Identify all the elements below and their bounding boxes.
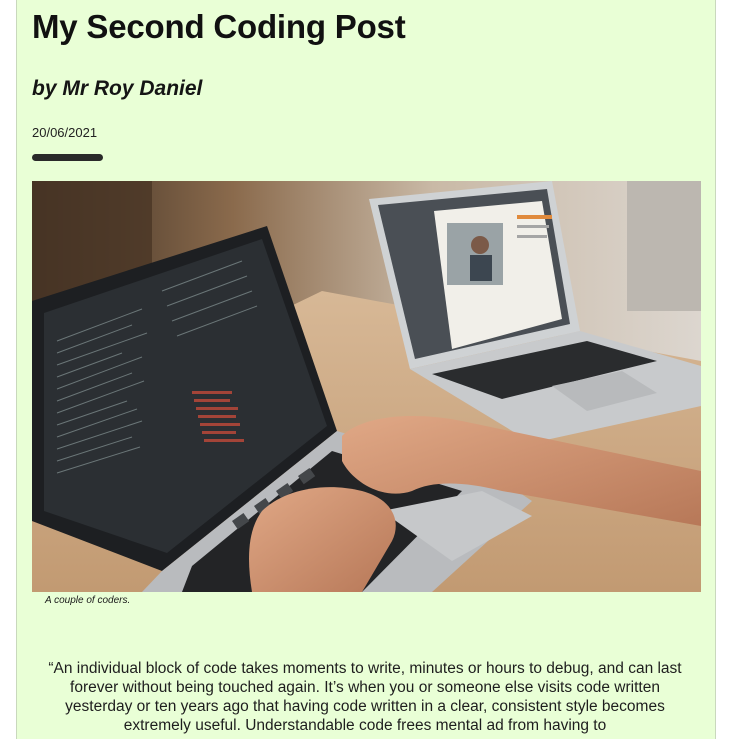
post-image (32, 181, 701, 592)
post-date: 20/06/2021 (32, 125, 98, 140)
laptops-coding-photo-icon (32, 181, 701, 592)
blog-post-page: My Second Coding Post by Mr Roy Daniel 2… (16, 0, 716, 739)
post-byline: by Mr Roy Daniel (32, 77, 203, 100)
post-quote: “An individual block of code takes momen… (48, 660, 682, 734)
image-caption: A couple of coders. (45, 595, 131, 606)
post-title: My Second Coding Post (32, 8, 406, 45)
title-underline-bar (32, 154, 103, 161)
